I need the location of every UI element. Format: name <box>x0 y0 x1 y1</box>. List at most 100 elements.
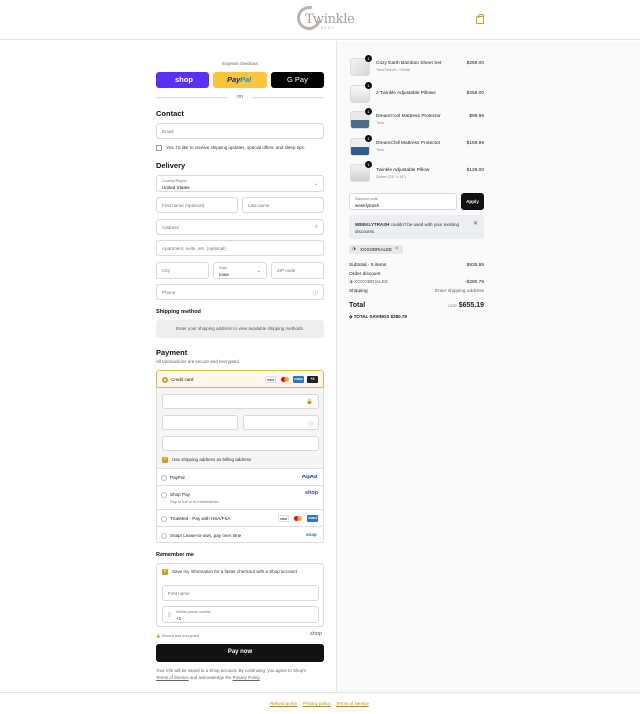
shop-pay-button[interactable]: shop <box>156 72 209 88</box>
mobile-label: Mobile phone number <box>176 610 211 614</box>
email-field[interactable]: Email <box>156 123 324 139</box>
item-thumbnail: 1 <box>350 135 372 156</box>
expiry-field[interactable] <box>162 415 238 430</box>
item-name: Twinkle Adjustable Pillow <box>376 168 430 173</box>
credit-card-label: Credit card <box>171 377 194 382</box>
item-price: $258.00 <box>466 91 484 96</box>
currency-code: USD <box>448 303 457 308</box>
snap-label: Snap! Lease-to-own, pay over time <box>170 533 242 538</box>
save-info-checkbox[interactable] <box>162 568 168 575</box>
security-code-field[interactable]: ⓘ <box>243 415 319 430</box>
billing-checkbox[interactable] <box>162 456 168 463</box>
pay-now-button[interactable]: Pay now <box>156 644 324 662</box>
total-label: Total <box>349 302 366 309</box>
remember-first-name-field[interactable]: First name <box>162 585 319 601</box>
address-placeholder: Address <box>162 225 179 230</box>
delivery-heading: Delivery <box>156 161 186 170</box>
item-variant: Queen (20" x 16") <box>376 175 407 179</box>
state-value: Iowa <box>219 272 229 277</box>
shopping-bag-icon[interactable] <box>476 14 484 24</box>
first-name-field[interactable]: First name (optional) <box>156 197 238 213</box>
credit-card-radio[interactable] <box>162 377 168 383</box>
snap-option[interactable]: Snap! Lease-to-own, pay over time snap <box>156 526 324 543</box>
name-on-card-field[interactable] <box>162 436 319 451</box>
visa-icon: VISA <box>265 376 276 383</box>
news-checkbox[interactable] <box>156 145 162 151</box>
terms-link[interactable]: Terms of Service <box>156 675 189 680</box>
more-cards-badge: +3 <box>307 376 318 383</box>
privacy-policy-link[interactable]: Privacy policy <box>303 701 331 706</box>
shop-pay-icon: shop <box>305 490 319 496</box>
shop-logo: shop <box>175 75 193 84</box>
first-name-placeholder: First name (optional) <box>162 203 205 208</box>
email-placeholder: Email <box>162 129 174 134</box>
terms-of-service-link[interactable]: Terms of service <box>336 701 369 706</box>
item-price: $269.00 <box>466 61 484 66</box>
summary-code: XOXOBRIALEE <box>354 280 389 285</box>
item-price: $99.99 <box>469 114 484 119</box>
truemed-option[interactable]: TrueMed - Pay with HSA/FSA VISA AMEX <box>156 509 324 526</box>
snap-radio[interactable] <box>161 533 167 539</box>
quantity-badge: 1 <box>365 161 372 168</box>
zip-placeholder: ZIP code <box>277 268 296 273</box>
paypal-button[interactable]: Pay Pal <box>213 72 267 88</box>
shipping-note: Enter your shipping address to view avai… <box>175 326 305 331</box>
paypal-label: PayPal <box>170 475 185 480</box>
legal-text: Your info will be saved to a Shop accoun… <box>156 667 324 681</box>
remove-tag-icon[interactable]: × <box>395 246 398 252</box>
quantity-badge: 1 <box>365 108 372 115</box>
footer: Refund policy Privacy policy Terms of se… <box>0 692 640 714</box>
truemed-radio[interactable] <box>161 516 167 522</box>
last-name-field[interactable]: Last name <box>242 197 324 213</box>
shop-pay-radio[interactable] <box>161 492 167 498</box>
help-icon[interactable]: ⓘ <box>312 289 318 297</box>
state-select[interactable]: State Iowa ⌄ <box>213 262 267 279</box>
secure-label: Secure and encrypted <box>161 634 199 638</box>
apartment-field[interactable]: Apartment, suite, etc. (optional) <box>156 240 324 256</box>
card-number-field[interactable]: 🔒 <box>162 394 319 409</box>
zip-field[interactable]: ZIP code <box>271 262 324 279</box>
close-icon[interactable]: ✕ <box>473 220 478 227</box>
address-field[interactable]: Address ⌕ <box>156 219 324 235</box>
paypal-icon: PayPal <box>302 474 318 479</box>
item-variant: Twin <box>376 121 384 125</box>
mobile-field[interactable]: ▯ Mobile phone number +1 <box>162 606 319 623</box>
discount-label: Discount code <box>355 197 378 201</box>
shop-pay-option[interactable]: Shop Pay Pay in full or in installments … <box>156 485 324 509</box>
item-thumbnail: 1 <box>350 108 372 129</box>
item-name: 2 Twinkle Adjustable Pillows <box>376 91 436 96</box>
city-field[interactable]: City <box>156 262 209 279</box>
item-price: $129.00 <box>466 168 484 173</box>
country-select[interactable]: Country/Region United States ⌄ <box>156 175 324 192</box>
discount-code-field[interactable]: Discount code weeklytrash <box>349 193 457 210</box>
apply-button[interactable]: Apply <box>461 193 484 210</box>
city-placeholder: City <box>162 268 170 273</box>
or-label: OR <box>236 94 244 99</box>
news-label: Yes, I'd like to receive shipping update… <box>166 145 305 150</box>
privacy-link[interactable]: Privacy Policy <box>233 675 260 680</box>
refund-policy-link[interactable]: Refund policy <box>270 701 297 706</box>
mobile-icon: ▯ <box>168 612 171 618</box>
last-name-placeholder: Last name <box>248 203 270 208</box>
credit-card-option[interactable]: Credit card VISA AMEX +3 <box>156 370 324 388</box>
discount-amount: -$280.79 <box>465 280 484 285</box>
header: Twinkle BEDS <box>0 0 640 40</box>
billing-label: Use shipping address as billing address <box>172 457 252 462</box>
discount-error: WEEKLYTRASH couldn't be used with your e… <box>349 215 484 239</box>
google-pay-button[interactable]: G Pay <box>271 72 324 88</box>
mobile-value: +1 <box>176 616 182 621</box>
paypal-radio[interactable] <box>161 475 167 481</box>
mastercard-icon <box>293 515 304 522</box>
amex-icon: AMEX <box>307 515 318 522</box>
remember-heading: Remember me <box>156 552 194 558</box>
visa-icon: VISA <box>278 515 289 522</box>
brand-logo[interactable]: Twinkle BEDS <box>292 1 355 35</box>
paypal-option[interactable]: PayPal PayPal <box>156 468 324 485</box>
shipping-heading: Shipping method <box>156 309 201 315</box>
shop-footer-logo: shop <box>310 631 322 637</box>
chevron-down-icon: ⌄ <box>313 181 318 187</box>
phone-field[interactable]: Phone ⓘ <box>156 284 324 300</box>
quantity-badge: 1 <box>365 55 372 62</box>
discount-tag: ⬗ XOXOBRIALEE × <box>349 245 403 254</box>
help-icon[interactable]: ⓘ <box>307 420 313 428</box>
